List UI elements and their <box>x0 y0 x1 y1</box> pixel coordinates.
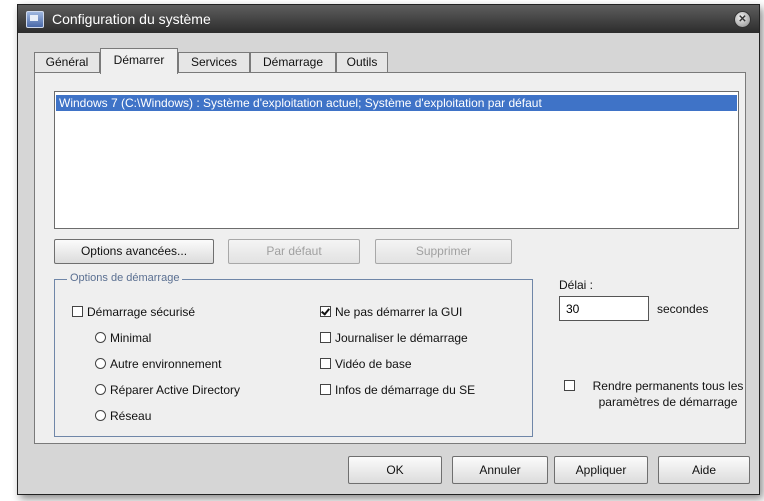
no-gui-boot-label: Ne pas démarrer la GUI <box>335 305 463 319</box>
cancel-button[interactable]: Annuler <box>452 456 548 484</box>
timeout-label: Délai : <box>559 278 594 292</box>
checkbox-box[interactable] <box>320 358 331 369</box>
os-boot-info-label: Infos de démarrage du SE <box>335 383 476 397</box>
checkbox-box[interactable] <box>72 306 83 317</box>
radio-alternate-shell[interactable]: Autre environnement <box>95 357 221 371</box>
tab-panel-boot: Windows 7 (C:\Windows) : Système d'explo… <box>34 72 746 444</box>
timeout-unit: secondes <box>657 302 709 316</box>
tab-services[interactable]: Services <box>178 52 250 73</box>
window-title: Configuration du système <box>52 11 211 27</box>
base-video-checkbox[interactable]: Vidéo de base <box>320 357 412 371</box>
safe-boot-label: Démarrage sécurisé <box>87 305 196 319</box>
no-gui-boot-checkbox[interactable]: Ne pas démarrer la GUI <box>320 305 462 319</box>
delete-button[interactable]: Supprimer <box>375 239 512 264</box>
radio-network-label: Réseau <box>110 409 152 423</box>
tab-general[interactable]: Général <box>34 52 100 73</box>
set-default-button[interactable]: Par défaut <box>228 239 360 264</box>
timeout-input[interactable] <box>559 296 649 321</box>
radio-alternate-shell-label: Autre environnement <box>110 357 222 371</box>
boot-log-label: Journaliser le démarrage <box>335 331 468 345</box>
os-list-item[interactable]: Windows 7 (C:\Windows) : Système d'explo… <box>56 95 737 111</box>
boot-log-checkbox[interactable]: Journaliser le démarrage <box>320 331 468 345</box>
radio-circle[interactable] <box>95 332 106 343</box>
close-icon[interactable]: ✕ <box>734 11 751 28</box>
system-config-icon <box>26 11 44 28</box>
safe-boot-checkbox[interactable]: Démarrage sécurisé <box>72 305 195 319</box>
make-permanent-label: Rendre permanents tous les paramètres de… <box>592 379 744 409</box>
boot-options-title: Options de démarrage <box>67 272 183 284</box>
radio-active-directory-label: Réparer Active Directory <box>110 383 241 397</box>
boot-options-group: Options de démarrage Démarrage sécurisé … <box>54 272 533 437</box>
tab-outils[interactable]: Outils <box>336 52 388 73</box>
checkbox-box[interactable] <box>564 380 575 391</box>
radio-circle[interactable] <box>95 358 106 369</box>
radio-active-directory[interactable]: Réparer Active Directory <box>95 383 240 397</box>
os-list[interactable]: Windows 7 (C:\Windows) : Système d'explo… <box>54 91 739 229</box>
radio-minimal[interactable]: Minimal <box>95 331 151 345</box>
radio-minimal-label: Minimal <box>110 331 152 345</box>
base-video-label: Vidéo de base <box>335 357 412 371</box>
checkbox-box[interactable] <box>320 384 331 395</box>
radio-network[interactable]: Réseau <box>95 409 151 423</box>
title-bar[interactable]: Configuration du système ✕ <box>18 5 759 33</box>
help-button[interactable]: Aide <box>658 456 750 484</box>
os-boot-info-checkbox[interactable]: Infos de démarrage du SE <box>320 383 475 397</box>
radio-circle[interactable] <box>95 384 106 395</box>
checkbox-box[interactable] <box>320 332 331 343</box>
system-configuration-window: Configuration du système ✕ Général Démar… <box>17 4 760 495</box>
apply-button[interactable]: Appliquer <box>554 456 648 484</box>
checkbox-box[interactable] <box>320 306 331 317</box>
tab-demarrer[interactable]: Démarrer <box>100 48 178 74</box>
radio-circle[interactable] <box>95 410 106 421</box>
advanced-options-button[interactable]: Options avancées... <box>54 239 214 264</box>
tab-demarrage[interactable]: Démarrage <box>250 52 336 73</box>
ok-button[interactable]: OK <box>348 456 442 484</box>
